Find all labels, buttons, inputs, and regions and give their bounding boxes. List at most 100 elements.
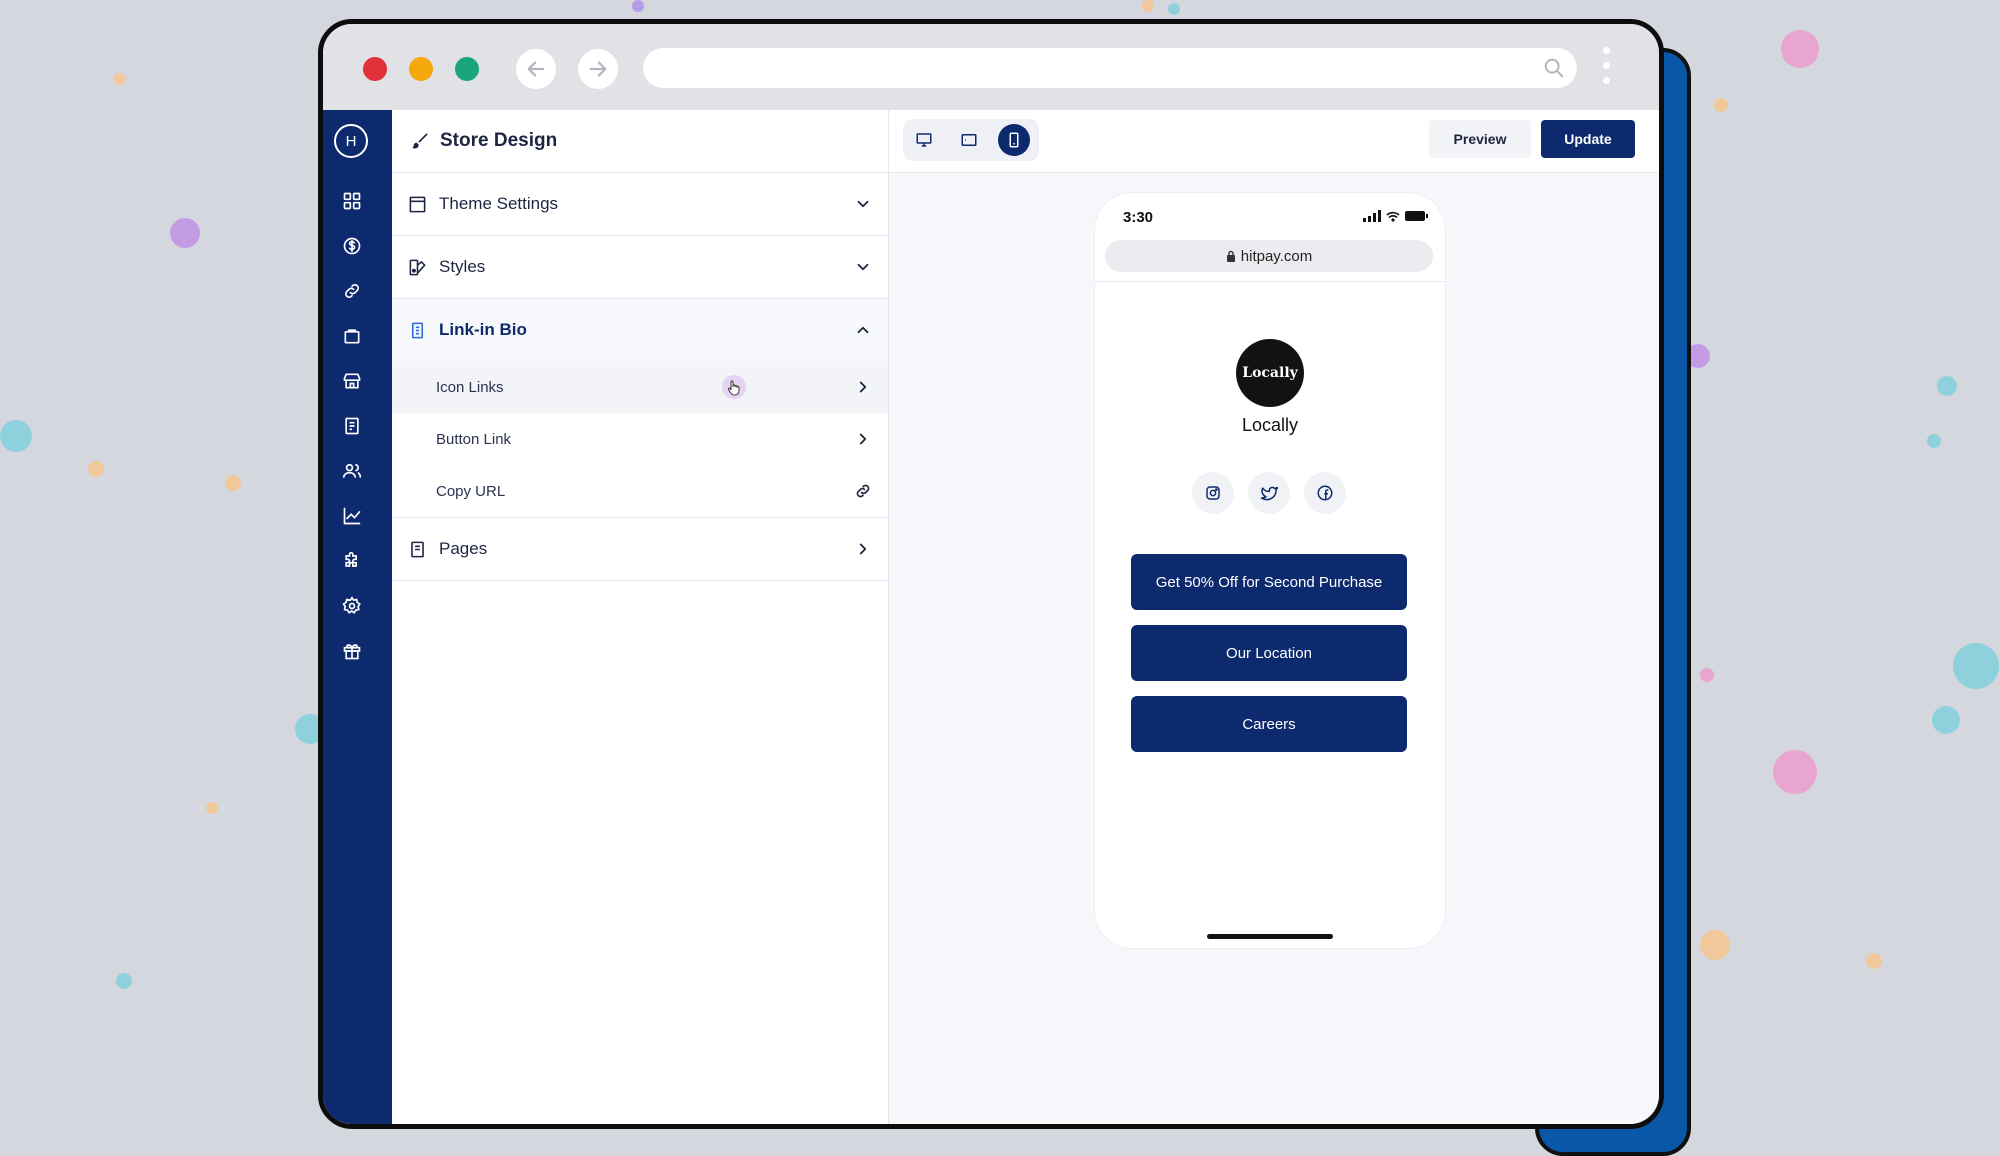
browser-window: H Store Design Theme Settings Styles Lin… [318, 19, 1664, 1129]
link-button-discount[interactable]: Get 50% Off for Second Purchase [1131, 554, 1407, 610]
phone-url: hitpay.com [1240, 247, 1313, 265]
section-label: Theme Settings [439, 194, 559, 213]
bag-icon[interactable] [341, 325, 363, 347]
chevron-down-icon [857, 263, 869, 271]
link-button-careers[interactable]: Careers [1131, 696, 1407, 752]
update-button[interactable]: Update [1541, 120, 1635, 158]
settings-icon[interactable] [341, 595, 363, 617]
confetti-dot [114, 73, 126, 85]
store-design-panel: Store Design Theme Settings Styles Link-… [392, 110, 889, 1124]
hand-cursor-icon [727, 380, 740, 396]
section-link-in-bio[interactable]: Link-in Bio [392, 299, 888, 361]
phone-preview: 3:30 hitpay.com Locally Locally Get 50% … [1094, 192, 1446, 949]
confetti-dot [1866, 953, 1882, 969]
chevron-right-icon [859, 381, 867, 393]
minimize-window-button[interactable] [409, 57, 433, 81]
store-logo: Locally [1236, 339, 1304, 407]
palette-icon [409, 259, 426, 275]
search-icon[interactable] [1543, 57, 1565, 79]
device-switcher [903, 119, 1039, 161]
page-title: Store Design [440, 130, 558, 151]
document-icon[interactable] [341, 415, 363, 437]
link-item-button-link[interactable]: Button Link [392, 413, 888, 465]
instagram-icon [1206, 486, 1220, 500]
confetti-dot [225, 475, 241, 491]
browser-titlebar [323, 24, 1659, 110]
twitter-link[interactable] [1248, 472, 1290, 514]
confetti-dot [1142, 0, 1154, 12]
panel-header: Store Design [392, 110, 888, 173]
section-pages[interactable]: Pages [392, 518, 888, 581]
facebook-link[interactable] [1304, 472, 1346, 514]
home-indicator [1207, 934, 1333, 939]
store-icon[interactable] [341, 370, 363, 392]
forward-button[interactable] [578, 49, 618, 89]
confetti-dot [1937, 376, 1957, 396]
chart-icon[interactable] [341, 505, 363, 527]
link-item-label: Copy URL [436, 482, 506, 500]
link-icon[interactable] [341, 280, 363, 302]
confetti-dot [1927, 434, 1941, 448]
store-name: Locally [1241, 415, 1299, 435]
link-button-location[interactable]: Our Location [1131, 625, 1407, 681]
section-label: Pages [439, 539, 488, 558]
confetti-dot [206, 802, 218, 814]
divider [1095, 281, 1445, 282]
confetti-dot [1781, 30, 1819, 68]
section-label: Link-in Bio [439, 320, 527, 339]
back-button[interactable] [516, 49, 556, 89]
confetti-dot [116, 973, 132, 989]
link-item-icon-links[interactable]: Icon Links [392, 361, 888, 413]
tablet-icon [961, 134, 977, 146]
section-styles[interactable]: Styles [392, 236, 888, 299]
chevron-down-icon [857, 200, 869, 208]
pages-icon [411, 541, 424, 557]
users-icon[interactable] [341, 460, 363, 482]
close-window-button[interactable] [363, 57, 387, 81]
tablet-view-button[interactable] [953, 124, 985, 156]
confetti-dot [1168, 3, 1180, 15]
confetti-dot [170, 218, 200, 248]
desktop-view-button[interactable] [908, 124, 940, 156]
preview-area: Preview Update 3:30 hitpay.com Locally L… [889, 110, 1659, 1124]
link-icon[interactable] [854, 482, 872, 500]
preview-toolbar: Preview Update [889, 110, 1659, 173]
instagram-link[interactable] [1192, 472, 1234, 514]
confetti-dot [88, 461, 104, 477]
dashboard-icon[interactable] [341, 190, 363, 212]
arrow-right-icon [589, 61, 607, 77]
confetti-dot [1773, 750, 1817, 794]
section-label: Styles [439, 257, 486, 276]
address-bar[interactable] [643, 48, 1577, 88]
desktop-icon [916, 133, 932, 147]
bio-page-icon [411, 322, 424, 338]
link-item-label: Button Link [436, 430, 512, 448]
chevron-right-icon [859, 543, 867, 555]
dollar-icon[interactable] [341, 235, 363, 257]
twitter-icon [1260, 486, 1278, 501]
maximize-window-button[interactable] [455, 57, 479, 81]
mobile-view-button[interactable] [998, 124, 1030, 156]
lock-icon [1226, 250, 1235, 262]
mobile-icon [1009, 132, 1019, 148]
confetti-dot [1953, 643, 1999, 689]
confetti-dot [1700, 930, 1730, 960]
app-sidebar: H [323, 110, 392, 1124]
browser-menu-icon[interactable] [1603, 47, 1611, 95]
phone-url-bar[interactable]: hitpay.com [1105, 240, 1433, 272]
gift-icon[interactable] [341, 640, 363, 662]
confetti-dot [1700, 668, 1714, 682]
chevron-right-icon [859, 433, 867, 445]
link-item-copy-url[interactable]: Copy URL [392, 465, 888, 518]
facebook-icon [1317, 485, 1333, 501]
status-time: 3:30 [1123, 209, 1154, 226]
puzzle-icon[interactable] [341, 550, 363, 572]
hitpay-logo[interactable]: H [334, 124, 368, 158]
paintbrush-icon [412, 133, 428, 149]
chevron-up-icon [857, 326, 869, 334]
confetti-dot [0, 420, 32, 452]
confetti-dot [1932, 706, 1960, 734]
preview-button[interactable]: Preview [1429, 120, 1531, 158]
confetti-dot [632, 0, 644, 12]
section-theme-settings[interactable]: Theme Settings [392, 173, 888, 236]
